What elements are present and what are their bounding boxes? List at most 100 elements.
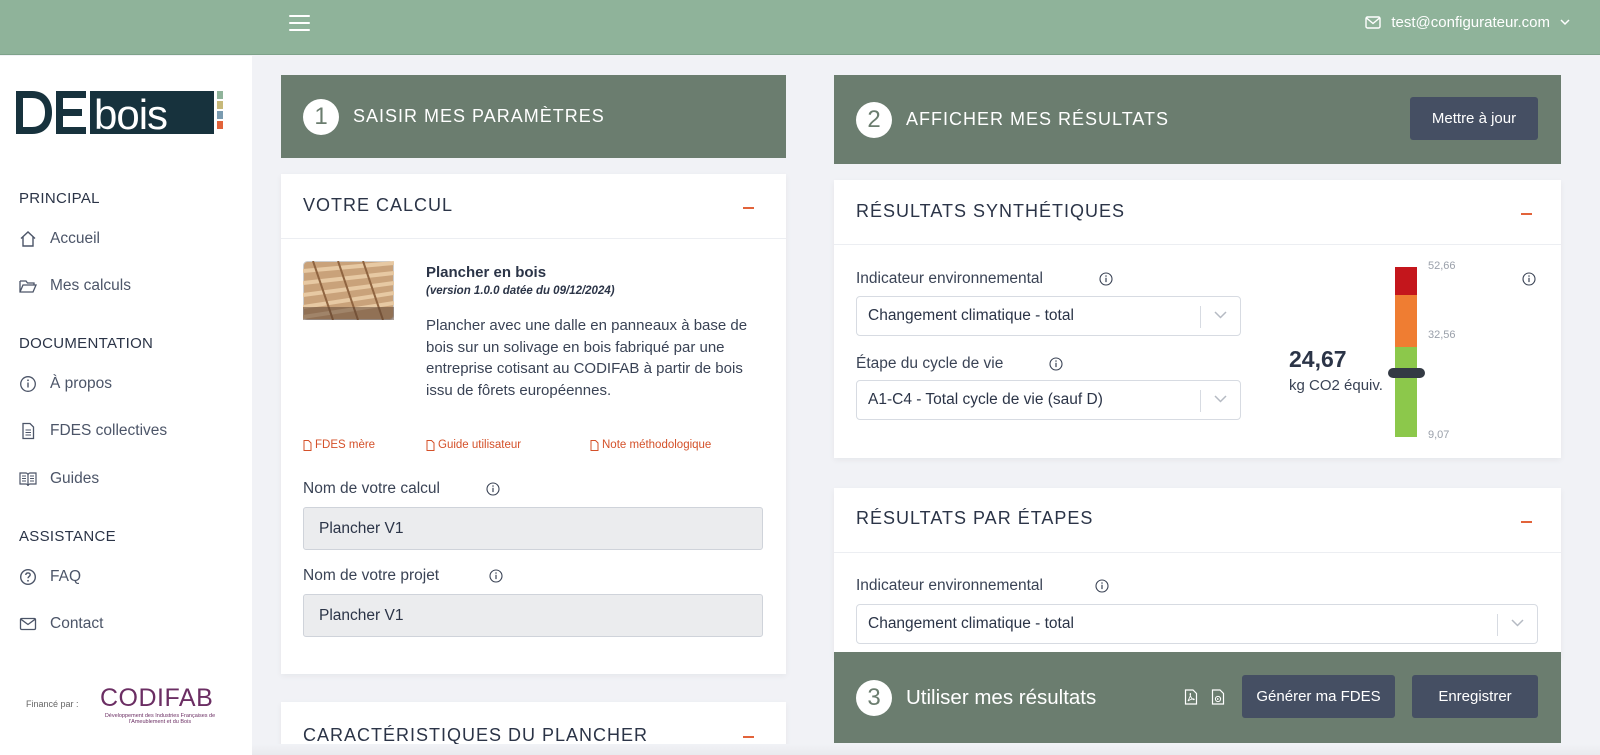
result-gauge [1388, 267, 1425, 437]
floor-characteristics-title: CARACTÉRISTIQUES DU PLANCHER [303, 725, 649, 745]
step3-number: 3 [856, 679, 892, 716]
project-name-label: Nom de votre projet [303, 567, 440, 584]
sidebar-item-fdes-collectives[interactable]: FDES collectives [19, 422, 167, 440]
stage-label: Étape du cycle de vie [856, 355, 1004, 372]
collapse-stage-button[interactable] [1521, 521, 1532, 523]
section-assistance: ASSISTANCE [19, 528, 116, 545]
file-icon [22, 422, 35, 440]
link-label: Note méthodologique [602, 439, 712, 451]
info-icon[interactable] [1095, 579, 1109, 593]
result-value: 24,67 [1289, 346, 1347, 372]
sidebar-item-contact[interactable]: Contact [19, 615, 103, 633]
collapse-characteristics-button[interactable] [743, 736, 754, 738]
collapse-synth-button[interactable] [1521, 213, 1532, 215]
file-icon [590, 439, 599, 451]
step2-title: AFFICHER MES RÉSULTATS [906, 109, 1170, 129]
indicator-label: Indicateur environnemental [856, 270, 1043, 287]
chevron-down-icon [1214, 311, 1227, 319]
gauge-max-label: 52,66 [1428, 260, 1456, 272]
step1-title: SAISIR MES PARAMÈTRES [353, 106, 605, 126]
gauge-marker [1388, 368, 1425, 378]
sidebar: bois PRINCIPAL Accueil Mes calculs DOCUM… [0, 56, 252, 755]
indicator-select[interactable]: Changement climatique - total [856, 296, 1241, 336]
project-name-input[interactable]: Plancher V1 [303, 594, 763, 637]
stage-indicator-label: Indicateur environnemental [856, 577, 1043, 594]
mail-icon [1365, 16, 1382, 29]
stage-select[interactable]: A1-C4 - Total cycle de vie (sauf D) [856, 380, 1241, 420]
top-bar: test@configurateur.com [0, 0, 1600, 55]
sidebar-item-a-propos[interactable]: À propos [19, 375, 112, 393]
chevron-down-icon [1560, 19, 1570, 26]
chevron-down-icon [1214, 395, 1227, 403]
funded-by-label: Financé par : [26, 699, 79, 709]
stage-indicator-select-value: Changement climatique - total [868, 615, 1074, 632]
file-icon [303, 439, 312, 451]
sidebar-item-label: Mes calculs [50, 277, 131, 294]
svg-text:bois: bois [94, 91, 167, 136]
gauge-orange-zone [1395, 295, 1417, 347]
indicator-select-value: Changement climatique - total [868, 307, 1074, 324]
product-description: Plancher avec une dalle en panneaux à ba… [426, 317, 748, 399]
info-icon[interactable] [1049, 357, 1063, 371]
stage-indicator-select[interactable]: Changement climatique - total [856, 604, 1538, 644]
info-icon[interactable] [1099, 272, 1113, 286]
save-button[interactable]: Enregistrer [1412, 675, 1538, 718]
step1-header: 1 SAISIR MES PARAMÈTRES [281, 75, 786, 158]
gauge-red-zone [1395, 267, 1417, 295]
stage-results-title: RÉSULTATS PAR ÉTAPES [856, 508, 1094, 528]
link-note-methodologique[interactable]: Note méthodologique [590, 439, 711, 451]
user-email: test@configurateur.com [1391, 14, 1550, 31]
sidebar-item-mes-calculs[interactable]: Mes calculs [19, 277, 131, 295]
step3-title: Utiliser mes résultats [906, 685, 1097, 709]
home-icon [20, 231, 36, 247]
chevron-down-icon [1511, 619, 1524, 627]
step1-number: 1 [303, 98, 339, 135]
link-fdes-mere[interactable]: FDES mère [303, 439, 375, 451]
section-principal: PRINCIPAL [19, 190, 100, 207]
menu-toggle-icon[interactable] [289, 15, 310, 32]
pdf-icon[interactable] [1184, 689, 1198, 705]
codifab-name: CODIFAB [100, 684, 214, 712]
codifab-logo: CODIFAB Développement des Industries Fra… [100, 684, 220, 725]
link-label: Guide utilisateur [438, 439, 522, 451]
sidebar-item-label: Accueil [50, 230, 100, 247]
calc-name-input[interactable]: Plancher V1 [303, 507, 763, 550]
divider [834, 244, 1561, 245]
info-icon[interactable] [1522, 272, 1536, 286]
link-label: FDES mère [315, 439, 376, 451]
section-documentation: DOCUMENTATION [19, 335, 154, 352]
calc-name-label: Nom de votre calcul [303, 480, 440, 497]
gauge-min-label: 9,07 [1428, 429, 1450, 441]
stage-results-card: RÉSULTATS PAR ÉTAPES Indicateur environn… [834, 488, 1561, 658]
sidebar-item-label: À propos [50, 375, 113, 392]
sidebar-item-guides[interactable]: Guides [19, 470, 99, 488]
update-button[interactable]: Mettre à jour [1410, 97, 1538, 140]
info-icon [20, 376, 36, 392]
info-icon[interactable] [486, 482, 500, 496]
stage-select-value: A1-C4 - Total cycle de vie (sauf D) [868, 391, 1103, 408]
product-version: (version 1.0.0 datée du 09/12/2024) [426, 285, 615, 297]
sidebar-item-label: FDES collectives [50, 422, 168, 439]
file-icon [426, 439, 435, 451]
calc-card: VOTRE CALCUL Plancher en bois (version 1… [281, 174, 786, 674]
divider [834, 552, 1561, 553]
collapse-calc-button[interactable] [743, 207, 754, 209]
question-icon [19, 568, 37, 586]
mail-icon [19, 617, 37, 631]
link-guide-utilisateur[interactable]: Guide utilisateur [426, 439, 521, 451]
generate-fdes-button[interactable]: Générer ma FDES [1242, 675, 1395, 718]
calc-card-title: VOTRE CALCUL [303, 195, 454, 215]
step2-number: 2 [856, 101, 892, 138]
sidebar-item-accueil[interactable]: Accueil [19, 230, 100, 248]
info-icon[interactable] [489, 569, 503, 583]
debois-logo: bois [16, 91, 223, 136]
product-thumbnail [303, 261, 394, 320]
page-bottom-edge [252, 744, 1600, 755]
xml-file-icon[interactable] [1211, 689, 1225, 705]
folder-icon [19, 280, 37, 293]
sidebar-item-label: Guides [50, 470, 100, 487]
result-unit: kg CO2 équiv. [1289, 377, 1383, 394]
user-menu[interactable]: test@configurateur.com [1365, 14, 1570, 31]
gauge-mid-label: 32,56 [1428, 329, 1456, 341]
sidebar-item-faq[interactable]: FAQ [19, 568, 81, 586]
